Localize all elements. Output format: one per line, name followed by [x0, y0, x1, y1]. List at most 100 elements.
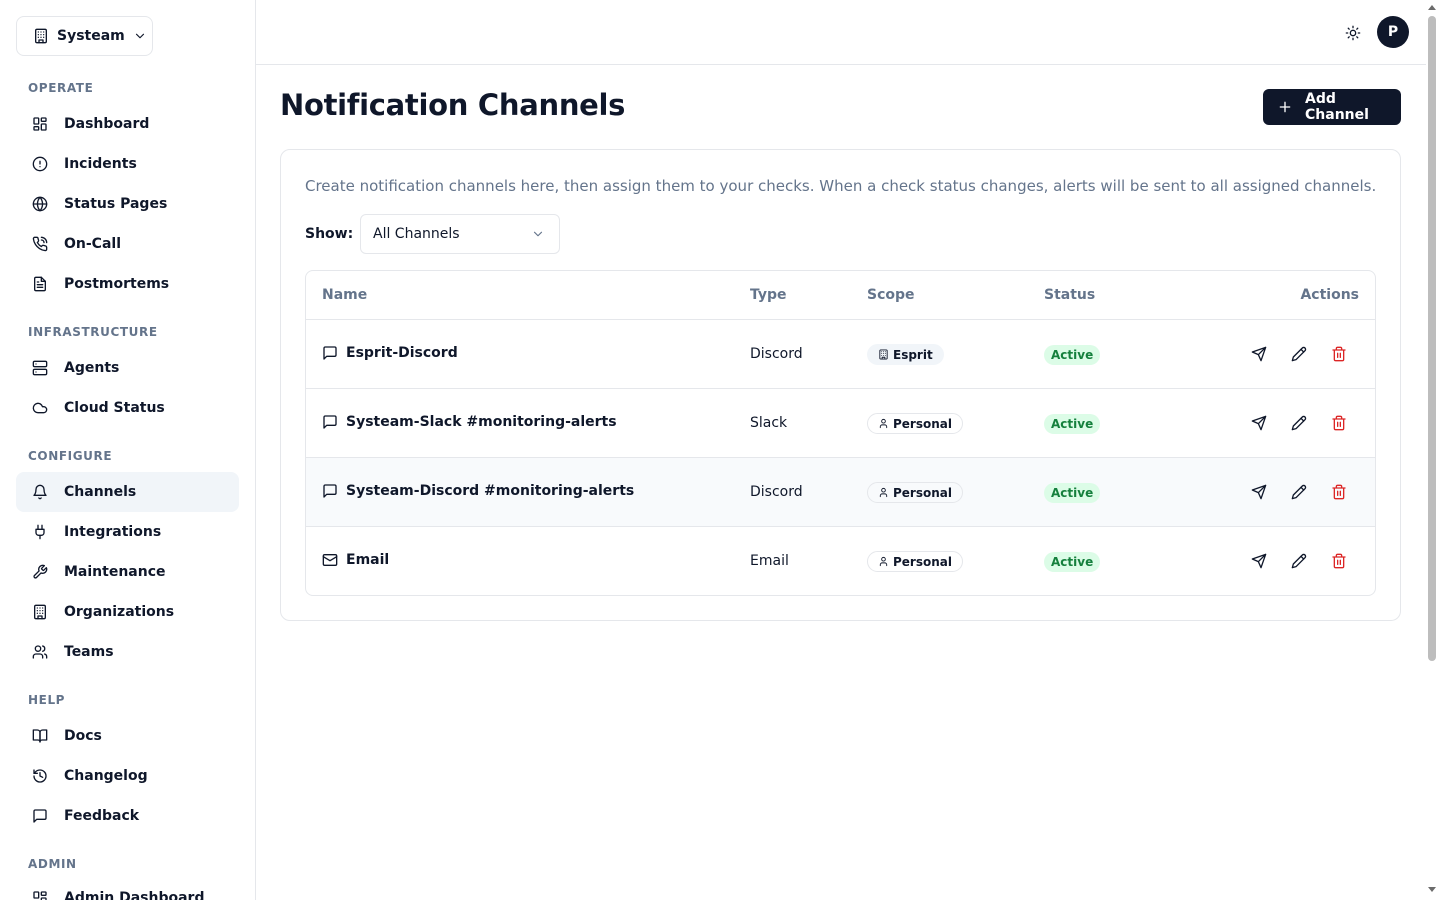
org-switcher[interactable]: Systeam: [16, 16, 153, 56]
column-header-actions: Actions: [1300, 287, 1359, 303]
sidebar-item-agents[interactable]: Agents: [16, 348, 239, 388]
test-channel-button[interactable]: [1250, 483, 1268, 501]
column-header-scope: Scope: [867, 287, 915, 303]
filter-label: Show:: [305, 226, 354, 242]
message-square-icon: [32, 808, 48, 824]
send-icon: [1251, 553, 1267, 569]
channel-name: Email: [346, 552, 390, 568]
sidebar-item-teams[interactable]: Teams: [16, 632, 239, 672]
file-text-icon: [32, 276, 48, 292]
sidebar-item-status-pages[interactable]: Status Pages: [16, 184, 239, 224]
channel-filter-select[interactable]: All Channels: [360, 214, 560, 254]
edit-channel-button[interactable]: [1290, 414, 1308, 432]
message-square-icon: [322, 345, 338, 361]
user-icon: [878, 418, 889, 429]
theme-toggle-button[interactable]: [1342, 22, 1364, 44]
table-header: Name Type Scope Status Actions: [306, 271, 1375, 320]
sidebar-item-dashboard[interactable]: Dashboard: [16, 104, 239, 144]
status-badge: Active: [1044, 345, 1101, 365]
section-title-operate: OPERATE: [28, 81, 94, 95]
column-header-name: Name: [322, 287, 368, 303]
sidebar-item-label: Dashboard: [64, 116, 150, 132]
channel-type: Slack: [750, 415, 788, 431]
scroll-down-arrow-icon[interactable]: [1428, 887, 1436, 892]
channel-name: Systeam-Discord #monitoring-alerts: [346, 483, 635, 499]
status-badge: Active: [1044, 414, 1101, 434]
edit-channel-button[interactable]: [1290, 552, 1308, 570]
table-row[interactable]: Systeam-Slack #monitoring-alerts Slack P…: [306, 389, 1375, 458]
sidebar-item-organizations[interactable]: Organizations: [16, 592, 239, 632]
channels-description: Create notification channels here, then …: [305, 177, 1377, 195]
sidebar-item-label: Feedback: [64, 808, 140, 824]
table-row[interactable]: Systeam-Discord #monitoring-alerts Disco…: [306, 458, 1375, 527]
test-channel-button[interactable]: [1250, 552, 1268, 570]
sidebar-item-label: Organizations: [64, 604, 175, 620]
building-icon: [32, 604, 48, 620]
add-channel-label: Add Channel: [1305, 91, 1369, 123]
delete-channel-button[interactable]: [1330, 552, 1348, 570]
building-icon: [33, 28, 49, 44]
sidebar-item-cloud-status[interactable]: Cloud Status: [16, 388, 239, 428]
test-channel-button[interactable]: [1250, 345, 1268, 363]
sidebar-item-changelog[interactable]: Changelog: [16, 756, 239, 796]
bell-icon: [32, 484, 48, 500]
section-title-admin: ADMIN: [28, 857, 77, 871]
test-channel-button[interactable]: [1250, 414, 1268, 432]
channel-type: Email: [750, 553, 789, 569]
sidebar-item-postmortems[interactable]: Postmortems: [16, 264, 239, 304]
section-title-help: HELP: [28, 693, 66, 707]
sidebar-item-label: Incidents: [64, 156, 137, 172]
column-header-type: Type: [750, 287, 787, 303]
trash-icon: [1331, 553, 1347, 569]
sidebar-item-feedback[interactable]: Feedback: [16, 796, 239, 836]
layout-dashboard-icon: [32, 116, 48, 132]
table-row[interactable]: Email Email Personal Active: [306, 527, 1375, 595]
section-title-infrastructure: INFRASTRUCTURE: [28, 325, 158, 339]
channel-name-cell: Systeam-Slack #monitoring-alerts: [322, 414, 617, 430]
pencil-icon: [1291, 415, 1307, 431]
scroll-up-arrow-icon[interactable]: [1428, 5, 1436, 10]
sidebar-item-incidents[interactable]: Incidents: [16, 144, 239, 184]
channels-card: Create notification channels here, then …: [280, 149, 1401, 621]
delete-channel-button[interactable]: [1330, 414, 1348, 432]
sidebar-item-label: Integrations: [64, 524, 162, 540]
sidebar-item-label: Postmortems: [64, 276, 170, 292]
trash-icon: [1331, 346, 1347, 362]
page-scrollbar[interactable]: [1426, 0, 1440, 900]
scrollbar-thumb[interactable]: [1428, 16, 1436, 661]
channel-name-cell: Systeam-Discord #monitoring-alerts: [322, 483, 634, 499]
channel-name-cell: Email: [322, 552, 389, 568]
edit-channel-button[interactable]: [1290, 345, 1308, 363]
sidebar: Systeam OPERATE Dashboard Incidents Stat…: [0, 0, 256, 900]
sidebar-item-label: On-Call: [64, 236, 121, 252]
scope-badge: Esprit: [867, 344, 944, 365]
scope-label: Personal: [893, 554, 952, 569]
send-icon: [1251, 415, 1267, 431]
channel-name: Esprit-Discord: [346, 345, 458, 361]
sidebar-item-maintenance[interactable]: Maintenance: [16, 552, 239, 592]
book-open-icon: [32, 728, 48, 744]
table-row[interactable]: Esprit-Discord Discord Esprit Active: [306, 320, 1375, 389]
server-icon: [32, 360, 48, 376]
sidebar-item-integrations[interactable]: Integrations: [16, 512, 239, 552]
users-icon: [32, 644, 48, 660]
edit-channel-button[interactable]: [1290, 483, 1308, 501]
section-title-configure: CONFIGURE: [28, 449, 113, 463]
add-channel-button[interactable]: Add Channel: [1263, 89, 1401, 125]
top-bar: P: [256, 0, 1426, 65]
user-icon: [878, 487, 889, 498]
history-icon: [32, 768, 48, 784]
plus-icon: [1277, 99, 1293, 115]
sidebar-item-channels[interactable]: Channels: [16, 472, 239, 512]
user-avatar-button[interactable]: P: [1377, 16, 1409, 48]
delete-channel-button[interactable]: [1330, 483, 1348, 501]
delete-channel-button[interactable]: [1330, 345, 1348, 363]
sidebar-item-docs[interactable]: Docs: [16, 716, 239, 756]
sidebar-item-label: Agents: [64, 360, 120, 376]
sun-icon: [1345, 25, 1361, 41]
sidebar-item-on-call[interactable]: On-Call: [16, 224, 239, 264]
sidebar-item-label: Changelog: [64, 768, 148, 784]
sidebar-item-admin-dashboard[interactable]: Admin Dashboard: [16, 878, 239, 900]
layout-dashboard-icon: [32, 890, 48, 900]
channel-type: Discord: [750, 484, 803, 500]
